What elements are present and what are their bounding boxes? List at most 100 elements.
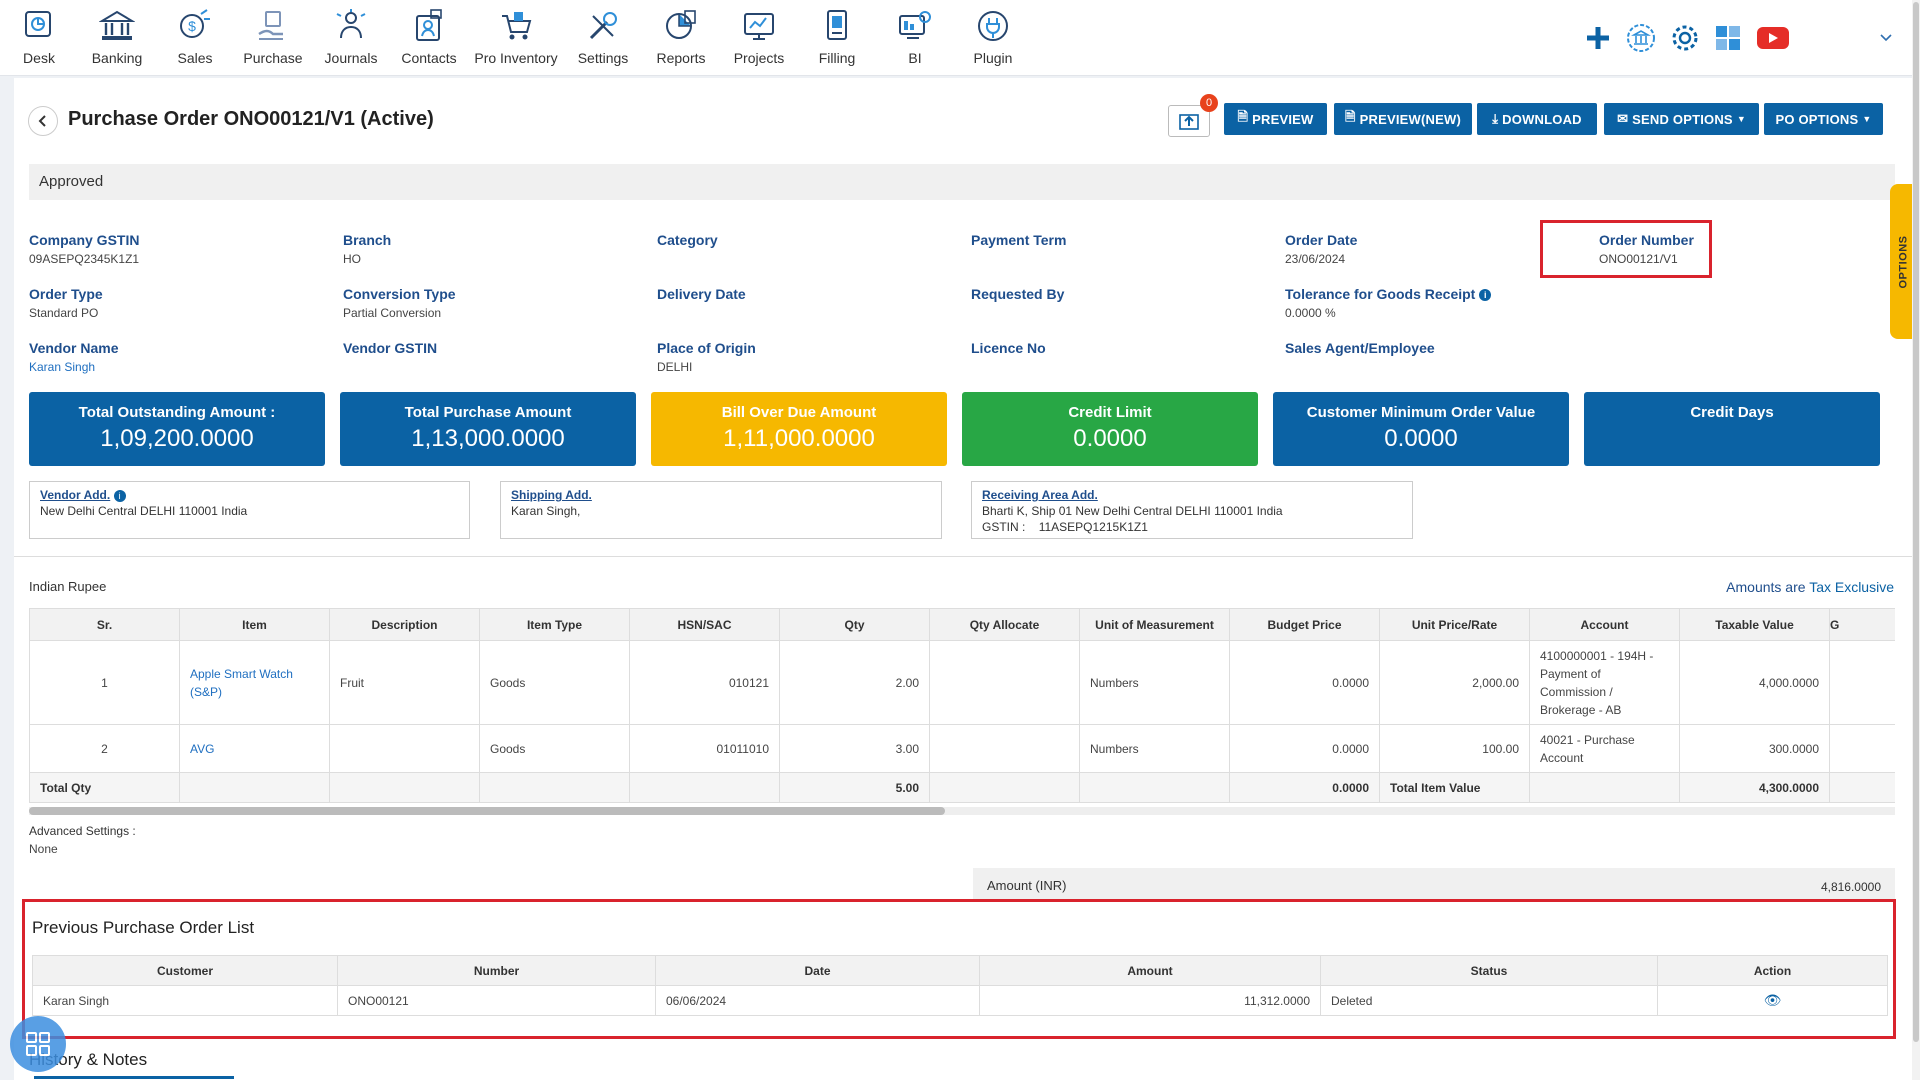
nav-banking[interactable]: Banking bbox=[75, 6, 159, 66]
order-type-field: Order Type Standard PO bbox=[29, 286, 103, 320]
preview-button[interactable]: 🗎 PREVIEW bbox=[1224, 103, 1327, 135]
field-value: 09ASEPQ2345K1Z1 bbox=[29, 252, 140, 266]
nav-label: Contacts bbox=[401, 50, 457, 66]
cell-action: 👁 bbox=[1657, 985, 1888, 1016]
shipping-address-link[interactable]: Shipping Add. bbox=[511, 488, 592, 502]
nav-label: Reports bbox=[656, 50, 706, 66]
cell-uom: Numbers bbox=[1079, 724, 1230, 773]
send-options-button[interactable]: ✉ SEND OPTIONS ▼ bbox=[1604, 103, 1759, 135]
desk-icon bbox=[19, 6, 59, 46]
card-title: Total Purchase Amount bbox=[404, 404, 572, 421]
nav-label: Journals bbox=[324, 50, 378, 66]
vendor-address-link[interactable]: Vendor Add. bbox=[40, 488, 110, 502]
sales-icon: $ bbox=[175, 6, 215, 46]
total-label: Total Qty bbox=[29, 772, 180, 803]
nav-label: Projects bbox=[733, 50, 785, 66]
info-icon[interactable]: i bbox=[1479, 289, 1492, 302]
chevron-down-icon[interactable] bbox=[1870, 22, 1902, 54]
sales-agent-field: Sales Agent/Employee bbox=[1285, 340, 1435, 356]
back-button[interactable] bbox=[28, 106, 58, 136]
nav-label: Sales bbox=[177, 50, 213, 66]
nav-reports[interactable]: Reports bbox=[639, 6, 723, 66]
column-header: Unit Price/Rate bbox=[1379, 608, 1530, 641]
floating-apps-button[interactable] bbox=[10, 1016, 66, 1072]
nav-label: Filling bbox=[818, 50, 856, 66]
receiving-address-link[interactable]: Receiving Area Add. bbox=[982, 488, 1098, 502]
total-item-value: 4,300.0000 bbox=[1679, 772, 1830, 803]
cell-empty bbox=[1829, 772, 1895, 803]
nav-purchase[interactable]: Purchase bbox=[231, 6, 315, 66]
reports-icon bbox=[661, 6, 701, 46]
card-title: Credit Limit bbox=[1068, 404, 1152, 421]
field-label: Vendor GSTIN bbox=[343, 340, 438, 356]
caret-down-icon: ▼ bbox=[1736, 114, 1746, 124]
cell-empty bbox=[929, 772, 1080, 803]
cell-description: Fruit bbox=[329, 640, 480, 725]
tab-underline bbox=[34, 1076, 234, 1079]
card-min-order-value: Customer Minimum Order Value 0.0000 bbox=[1273, 392, 1569, 466]
nav-settings[interactable]: Settings bbox=[561, 6, 645, 66]
address-line: Karan Singh, bbox=[511, 504, 581, 518]
cell-number: ONO00121 bbox=[337, 985, 656, 1016]
preview-new-label: PREVIEW(NEW) bbox=[1359, 111, 1461, 127]
preview-new-button[interactable]: 🗎 PREVIEW(NEW) bbox=[1334, 103, 1472, 135]
items-table: Sr. Item Description Item Type HSN/SAC Q… bbox=[29, 608, 1895, 803]
envelope-icon: ✉ bbox=[1617, 111, 1629, 126]
gstin-label: GSTIN : bbox=[982, 520, 1026, 534]
payment-term-field: Payment Term bbox=[971, 232, 1066, 248]
gear-icon[interactable] bbox=[1669, 22, 1701, 54]
projects-icon bbox=[739, 6, 779, 46]
apps-icon[interactable] bbox=[1712, 22, 1744, 54]
item-link[interactable]: AVG bbox=[179, 724, 330, 773]
filling-icon bbox=[817, 6, 857, 46]
po-options-button[interactable]: PO OPTIONS ▼ bbox=[1764, 103, 1883, 135]
bank-building-icon[interactable] bbox=[1625, 22, 1657, 54]
nav-journals[interactable]: Journals bbox=[309, 6, 393, 66]
cell-taxable-value: 4,000.0000 bbox=[1679, 640, 1830, 725]
download-button[interactable]: ⤓ DOWNLOAD bbox=[1477, 103, 1597, 135]
column-header: Amount bbox=[979, 955, 1321, 986]
nav-bi[interactable]: BI bbox=[873, 6, 957, 66]
notification-badge: 0 bbox=[1200, 94, 1218, 112]
field-label: Licence No bbox=[971, 340, 1046, 356]
main-content: Purchase Order ONO00121/V1 (Active) 0 🗎 P… bbox=[14, 78, 1912, 1080]
eye-icon[interactable]: 👁 bbox=[1764, 992, 1782, 1008]
nav-projects[interactable]: Projects bbox=[717, 6, 801, 66]
column-header: Sr. bbox=[29, 608, 180, 641]
inventory-icon bbox=[496, 6, 536, 46]
divider bbox=[14, 556, 1912, 557]
field-label: Conversion Type bbox=[343, 286, 456, 302]
delivery-date-field: Delivery Date bbox=[657, 286, 746, 302]
field-label: Order Date bbox=[1285, 232, 1358, 248]
settings-icon bbox=[583, 6, 623, 46]
tax-note-value[interactable]: Tax Exclusive bbox=[1809, 579, 1894, 595]
nav-pro-inventory[interactable]: Pro Inventory bbox=[474, 6, 558, 66]
vendor-name-link[interactable]: Karan Singh bbox=[29, 360, 118, 374]
cell-sr: 2 bbox=[29, 724, 180, 773]
plus-icon[interactable] bbox=[1582, 22, 1614, 54]
table-header-row: Sr. Item Description Item Type HSN/SAC Q… bbox=[29, 608, 1895, 641]
horizontal-scrollbar[interactable] bbox=[29, 807, 1895, 815]
purchase-icon bbox=[253, 6, 293, 46]
nav-label: Settings bbox=[577, 50, 629, 66]
nav-contacts[interactable]: Contacts bbox=[387, 6, 471, 66]
contacts-icon bbox=[409, 6, 449, 46]
cell-unit-price: 2,000.00 bbox=[1379, 640, 1530, 725]
column-header: Qty bbox=[779, 608, 930, 641]
vertical-scrollbar-thumb[interactable] bbox=[1913, 2, 1919, 1042]
item-link[interactable]: Apple Smart Watch (S&P) bbox=[179, 640, 330, 725]
journals-icon bbox=[331, 6, 371, 46]
nav-plugin[interactable]: Plugin bbox=[951, 6, 1035, 66]
nav-sales[interactable]: $ Sales bbox=[153, 6, 237, 66]
scrollbar-thumb[interactable] bbox=[29, 807, 945, 815]
nav-filling[interactable]: Filling bbox=[795, 6, 879, 66]
cell-empty bbox=[1829, 724, 1895, 773]
cell-sr: 1 bbox=[29, 640, 180, 725]
info-icon[interactable]: i bbox=[113, 490, 126, 502]
field-label: Payment Term bbox=[971, 232, 1067, 248]
field-label: Requested By bbox=[971, 286, 1065, 302]
nav-desk[interactable]: Desk bbox=[0, 6, 81, 66]
column-header: Unit of Measurement bbox=[1079, 608, 1230, 641]
youtube-icon[interactable] bbox=[1755, 22, 1791, 54]
card-value: 1,11,000.0000 bbox=[723, 425, 875, 452]
